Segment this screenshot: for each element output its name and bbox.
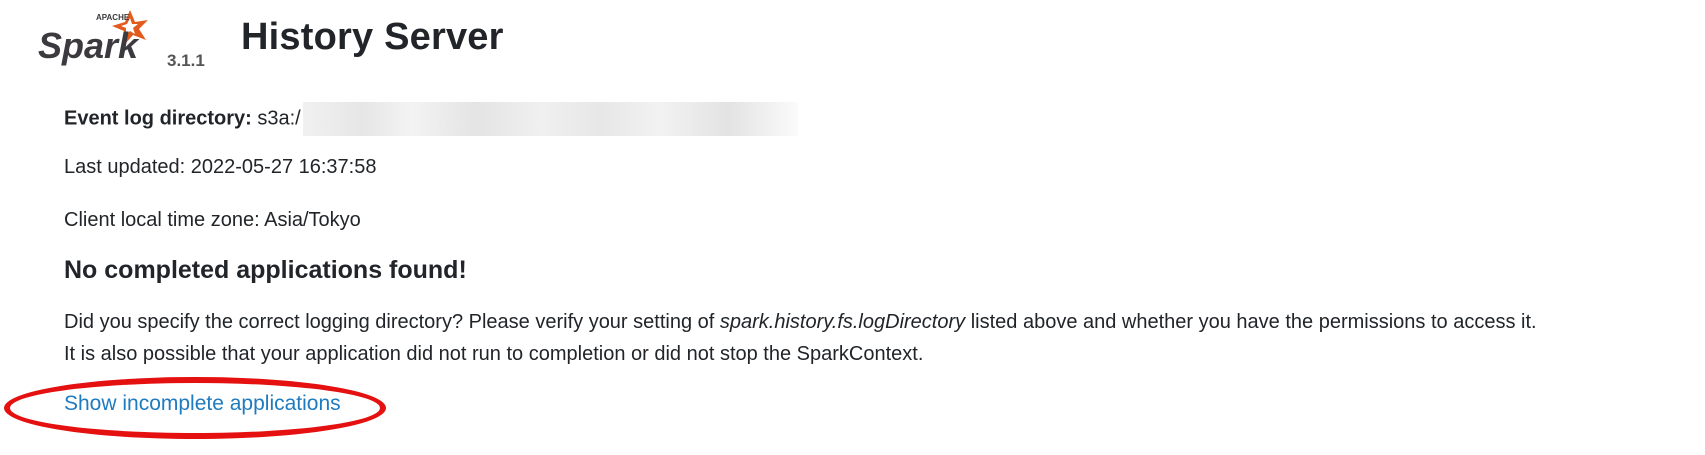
- empty-state-help: Did you specify the correct logging dire…: [64, 306, 1537, 370]
- event-log-label: Event log directory:: [64, 107, 252, 130]
- help-line-2: It is also possible that your applicatio…: [64, 343, 924, 365]
- event-log-directory: Event log directory: s3a:/: [64, 102, 798, 136]
- redacted-path: [302, 102, 798, 136]
- client-timezone: Client local time zone: Asia/Tokyo: [64, 209, 361, 231]
- log-directory-setting: spark.history.fs.logDirectory: [719, 311, 966, 333]
- event-log-value: s3a:/: [257, 107, 301, 130]
- header: Spark APACHE: [36, 6, 156, 76]
- empty-state-heading: No completed applications found!: [64, 256, 467, 284]
- help-line-1-prefix: Did you specify the correct logging dire…: [64, 311, 720, 333]
- version-label: 3.1.1: [167, 51, 205, 70]
- spark-logo[interactable]: Spark APACHE: [36, 6, 156, 76]
- svg-text:Spark: Spark: [38, 25, 140, 66]
- page-title: History Server: [241, 16, 504, 58]
- svg-text:APACHE: APACHE: [96, 13, 130, 22]
- spark-logo-icon: Spark APACHE: [38, 10, 148, 66]
- last-updated: Last updated: 2022-05-27 16:37:58: [64, 156, 377, 178]
- help-line-1: Did you specify the correct logging dire…: [64, 306, 1537, 338]
- show-incomplete-applications-link[interactable]: Show incomplete applications: [64, 392, 341, 416]
- help-line-1-suffix: listed above and whether you have the pe…: [965, 311, 1537, 333]
